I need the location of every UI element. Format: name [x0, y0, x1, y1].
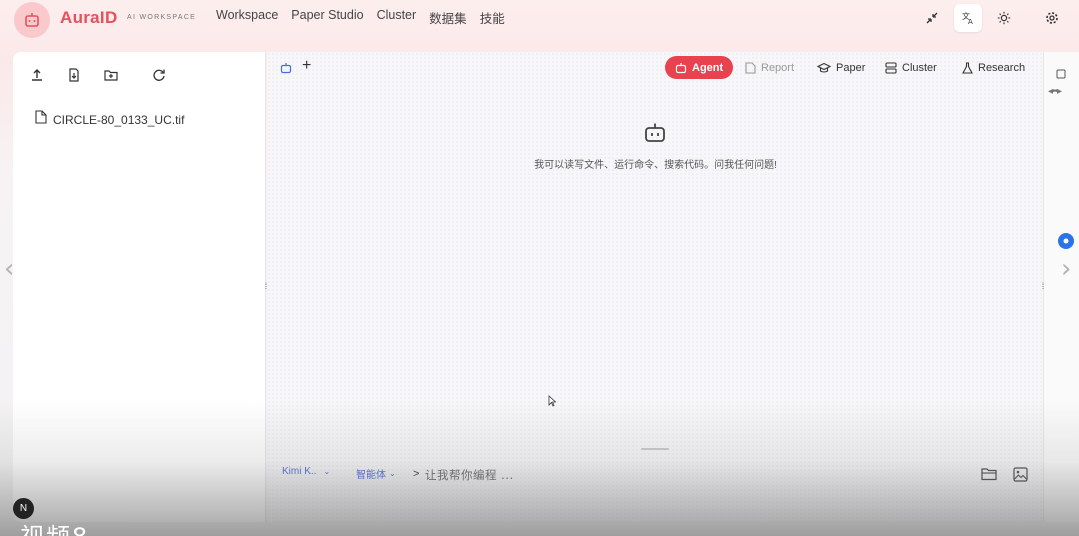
chevron-down-icon: ⌄	[389, 469, 396, 478]
copy-icon[interactable]	[1056, 66, 1066, 84]
nav-cluster[interactable]: Cluster	[377, 8, 417, 27]
chevron-right-icon[interactable]: ›	[1061, 254, 1071, 284]
new-folder-icon[interactable]	[102, 66, 120, 84]
chat-input-bar: Kimi K.. ⌄ 智能体 ⌄ >	[267, 458, 1043, 498]
mode-cluster-label: Cluster	[902, 61, 937, 74]
mode-paper-button[interactable]: Paper	[807, 56, 875, 79]
chat-input[interactable]	[425, 464, 805, 486]
chat-resize-handle[interactable]	[641, 448, 669, 450]
new-tab-plus-icon[interactable]: +	[302, 57, 311, 75]
collapse-icon[interactable]	[918, 4, 946, 32]
agent-selector[interactable]: 智能体 ⌄	[356, 466, 396, 481]
welcome-message: 我可以读写文件、运行命令、搜索代码。问我任何问题!	[534, 160, 777, 171]
right-side-strip: ◂••▸	[1044, 52, 1079, 522]
agent-tab-robot-icon[interactable]	[280, 61, 292, 79]
model-name: Kimi K..	[282, 466, 317, 477]
avatar: N	[13, 498, 34, 519]
model-selector[interactable]: Kimi K.. ⌄	[282, 466, 330, 477]
nav-paper-studio[interactable]: Paper Studio	[291, 8, 363, 27]
upload-icon[interactable]	[28, 66, 46, 84]
translate-icon[interactable]: 文A	[954, 4, 982, 32]
top-bar: AuraID AI WORKSPACE Workspace Paper Stud…	[0, 0, 1079, 40]
prompt-symbol: >	[413, 468, 420, 480]
mode-agent-label: Agent	[692, 61, 724, 74]
file-name: CIRCLE-80_0133_UC.tif	[53, 112, 185, 127]
assistant-bubble-icon[interactable]	[1058, 233, 1074, 249]
download-file-icon[interactable]	[65, 66, 83, 84]
mode-report-label: Report	[761, 61, 795, 74]
report-icon	[745, 61, 756, 74]
chevron-left-icon[interactable]: ‹	[4, 254, 14, 284]
mode-research-label: Research	[978, 61, 1026, 74]
logo-robot-icon[interactable]	[14, 2, 50, 38]
image-icon[interactable]	[1010, 464, 1030, 484]
nav-workspace[interactable]: Workspace	[216, 8, 278, 27]
file-item[interactable]: CIRCLE-80_0133_UC.tif	[35, 110, 184, 129]
agent-workspace-panel: + Agent Report Paper Cluster Research 我可…	[267, 52, 1044, 522]
main-nav: Workspace Paper Studio Cluster 数据集 技能	[216, 8, 505, 27]
sun-icon[interactable]	[990, 4, 1018, 32]
app-name: AuraID	[60, 8, 118, 27]
folder-icon[interactable]	[979, 464, 999, 484]
workspace-toolbar: + Agent Report Paper Cluster Research	[267, 52, 1043, 86]
chevron-down-icon: ⌄	[323, 467, 331, 476]
robot-icon	[675, 62, 687, 73]
app-subtitle: AI WORKSPACE	[127, 14, 197, 21]
file-explorer-panel: CIRCLE-80_0133_UC.tif	[13, 52, 266, 522]
more-icon[interactable]: ◂••▸	[1048, 86, 1062, 97]
server-icon	[885, 61, 897, 74]
mode-report-button[interactable]: Report	[735, 56, 804, 79]
refresh-icon[interactable]	[150, 66, 168, 84]
svg-text:A: A	[968, 18, 973, 25]
agent-name: 智能体	[356, 470, 386, 481]
file-icon	[35, 110, 47, 129]
mode-cluster-button[interactable]: Cluster	[875, 56, 947, 79]
nav-skills[interactable]: 技能	[480, 8, 505, 27]
settings-icon[interactable]	[1038, 4, 1066, 32]
flask-icon	[962, 61, 973, 74]
video-caption: 视频8	[20, 517, 89, 536]
mode-paper-label: Paper	[836, 61, 866, 74]
graduation-cap-icon	[817, 62, 831, 73]
robot-icon	[643, 122, 667, 149]
mode-research-button[interactable]: Research	[952, 56, 1035, 79]
nav-datasets[interactable]: 数据集	[429, 8, 467, 27]
mode-agent-button[interactable]: Agent	[665, 56, 734, 79]
mouse-cursor-icon	[548, 394, 557, 412]
